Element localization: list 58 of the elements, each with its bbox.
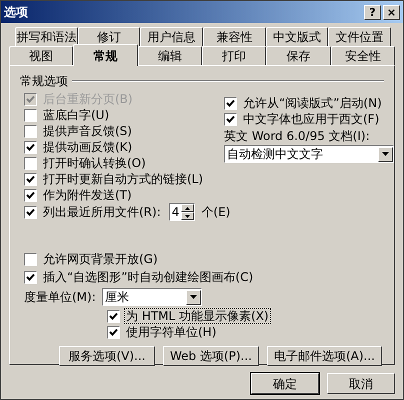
tab[interactable]: 常规 [73, 44, 138, 66]
spinner-value: 4 [170, 205, 180, 219]
checkbox-label: 作为附件发送(T) [42, 187, 133, 203]
dropdown[interactable]: 厘米 [102, 288, 202, 306]
checkbox-label: 允许从“阅读版式”启动(N) [242, 95, 383, 111]
checkbox[interactable] [24, 188, 37, 202]
tab[interactable]: 兼容性 [203, 27, 266, 46]
tab[interactable]: 视图 [9, 46, 74, 65]
checkbox[interactable] [224, 96, 237, 110]
close-button[interactable]: × [383, 4, 400, 20]
tab[interactable]: 编辑 [138, 46, 202, 65]
checkbox[interactable] [24, 124, 37, 138]
checkbox[interactable] [107, 310, 120, 322]
checkbox-label: 提供声音反馈(S) [42, 123, 133, 139]
checkbox[interactable] [24, 156, 37, 170]
checkbox[interactable] [24, 252, 37, 266]
field-label: 英文 Word 6.0/95 文档(I): [224, 129, 371, 143]
checkbox-label: 插入“自选图形”时自动创建绘图画布(C) [42, 269, 254, 285]
checkbox-label: 后台重新分页(B) [42, 91, 134, 107]
options-button[interactable]: 电子邮件选项(A)... [266, 346, 382, 366]
checkbox[interactable] [24, 172, 37, 186]
checkbox-label: 使用字符单位(H) [125, 324, 218, 340]
checkbox-label: 提供动画反馈(K) [42, 139, 134, 155]
checkbox[interactable] [107, 326, 120, 338]
checkbox-label: 允许网页背景开放(G) [42, 251, 159, 267]
checkbox[interactable] [24, 270, 37, 284]
cancel-button[interactable]: 取消 [327, 373, 395, 394]
number-spinner[interactable]: 4 [168, 203, 196, 221]
unit-label: 个(E) [201, 204, 230, 221]
options-button[interactable]: Web 选项(P)... [162, 346, 259, 366]
checkbox-label: 为 HTML 功能显示像素(X) [124, 308, 271, 324]
ok-button[interactable]: 确定 [251, 373, 319, 394]
options-button[interactable]: 服务选项(V)... [58, 346, 155, 366]
checkbox-label: 打开时更新自动方式的链接(L) [42, 171, 204, 187]
tab[interactable]: 用户信息 [140, 27, 204, 46]
checkbox-label: 中文字体也应用于西文(F) [242, 111, 380, 127]
checkbox[interactable] [24, 206, 37, 218]
tab[interactable]: 保存 [266, 46, 331, 65]
tab[interactable]: 中文版式 [266, 27, 328, 46]
spin-arrows-icon [181, 204, 194, 220]
checkbox[interactable] [224, 112, 237, 126]
dropdown-value: 厘米 [104, 290, 130, 304]
checkbox-label: 蓝底白字(U) [42, 107, 110, 123]
tab[interactable]: 拼写和语法 [15, 27, 78, 46]
group-title: 常规选项 [20, 73, 68, 90]
tab[interactable]: 安全性 [330, 46, 395, 65]
dropdown-value: 自动检测中文文字 [226, 147, 324, 161]
tab[interactable]: 文件位置 [328, 27, 392, 46]
checkbox-label: 列出最近所用文件(R): [42, 204, 162, 220]
checkbox[interactable] [24, 140, 37, 154]
dropdown[interactable]: 自动检测中文文字 [224, 145, 394, 163]
checkbox[interactable] [24, 108, 37, 122]
tab[interactable]: 打印 [202, 46, 266, 65]
checkbox-label: 打开时确认转换(O) [42, 155, 147, 171]
field-label: 度量单位(M): [24, 289, 96, 306]
help-button[interactable]: ? [364, 4, 381, 20]
caret-icon [186, 290, 201, 304]
window-title: 选项 [4, 4, 29, 21]
